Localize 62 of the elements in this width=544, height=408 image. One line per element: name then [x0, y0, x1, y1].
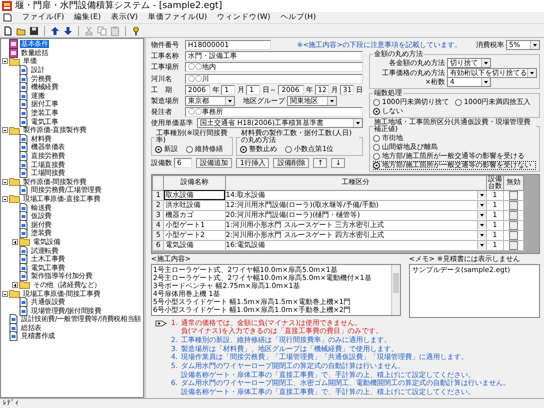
- document-icon: [19, 271, 28, 282]
- document-icon: [19, 254, 28, 264]
- document-icon: [19, 160, 28, 170]
- caret-icon: [225, 97, 234, 106]
- document-icon: [19, 82, 28, 92]
- sheet-icon: [9, 39, 18, 50]
- checkbox[interactable]: [509, 201, 518, 210]
- document-icon: [19, 185, 28, 196]
- document-icon: [19, 151, 28, 162]
- document-icon: [19, 116, 28, 127]
- folder-icon: [19, 237, 30, 246]
- caret-icon: [327, 97, 336, 106]
- folder-icon: [9, 56, 20, 66]
- checkbox[interactable]: [509, 191, 518, 200]
- folder-icon: [19, 280, 30, 290]
- document-icon: [19, 142, 28, 152]
- expander-icon[interactable]: [2, 58, 8, 64]
- checkbox[interactable]: [509, 241, 518, 250]
- folder-icon: [9, 194, 20, 204]
- document-icon: [19, 65, 28, 76]
- folder-icon: [9, 126, 20, 135]
- document-icon: [19, 74, 28, 84]
- document-icon: [19, 246, 28, 256]
- window-title: 堰・門扉・水門設備積算システム - [sample2.egt]: [15, 0, 222, 12]
- document-icon: [9, 331, 18, 342]
- document-icon: [9, 314, 18, 324]
- caret-icon: [481, 59, 490, 68]
- caret-icon: [527, 68, 536, 77]
- expander-icon[interactable]: [2, 290, 8, 297]
- document-icon: [19, 306, 28, 316]
- document-icon: [19, 202, 28, 213]
- caret-icon: [353, 119, 362, 128]
- caret-icon: [530, 41, 539, 50]
- expander-icon[interactable]: [2, 178, 8, 185]
- document-icon: [9, 322, 18, 333]
- document-icon: [19, 262, 28, 273]
- document-icon: [19, 297, 28, 308]
- sheet-icon: [9, 48, 18, 58]
- folder-icon: [9, 177, 20, 186]
- expander-icon[interactable]: [12, 238, 18, 245]
- document-icon: [19, 90, 28, 101]
- open-folder-icon[interactable]: [16, 26, 26, 36]
- expander-icon[interactable]: [12, 282, 18, 288]
- arrow-up-icon[interactable]: [50, 26, 60, 36]
- checkbox[interactable]: [509, 211, 518, 220]
- document-icon: [19, 168, 28, 178]
- document-icon: [19, 211, 28, 222]
- document-icon: [19, 99, 28, 110]
- caret-icon: [481, 78, 490, 86]
- checkbox[interactable]: [509, 221, 518, 230]
- document-icon: [19, 220, 28, 230]
- save-icon[interactable]: [29, 26, 39, 36]
- expander-icon[interactable]: [2, 196, 8, 202]
- expander-icon[interactable]: [2, 127, 8, 134]
- arrow-down-icon[interactable]: [63, 26, 73, 36]
- folder-icon: [9, 289, 20, 298]
- checkbox[interactable]: [509, 231, 518, 240]
- document-icon: [19, 134, 28, 144]
- new-file-icon[interactable]: [3, 26, 13, 36]
- document-icon: [19, 108, 28, 118]
- document-icon: [19, 228, 28, 238]
- note-icon: [155, 318, 167, 328]
